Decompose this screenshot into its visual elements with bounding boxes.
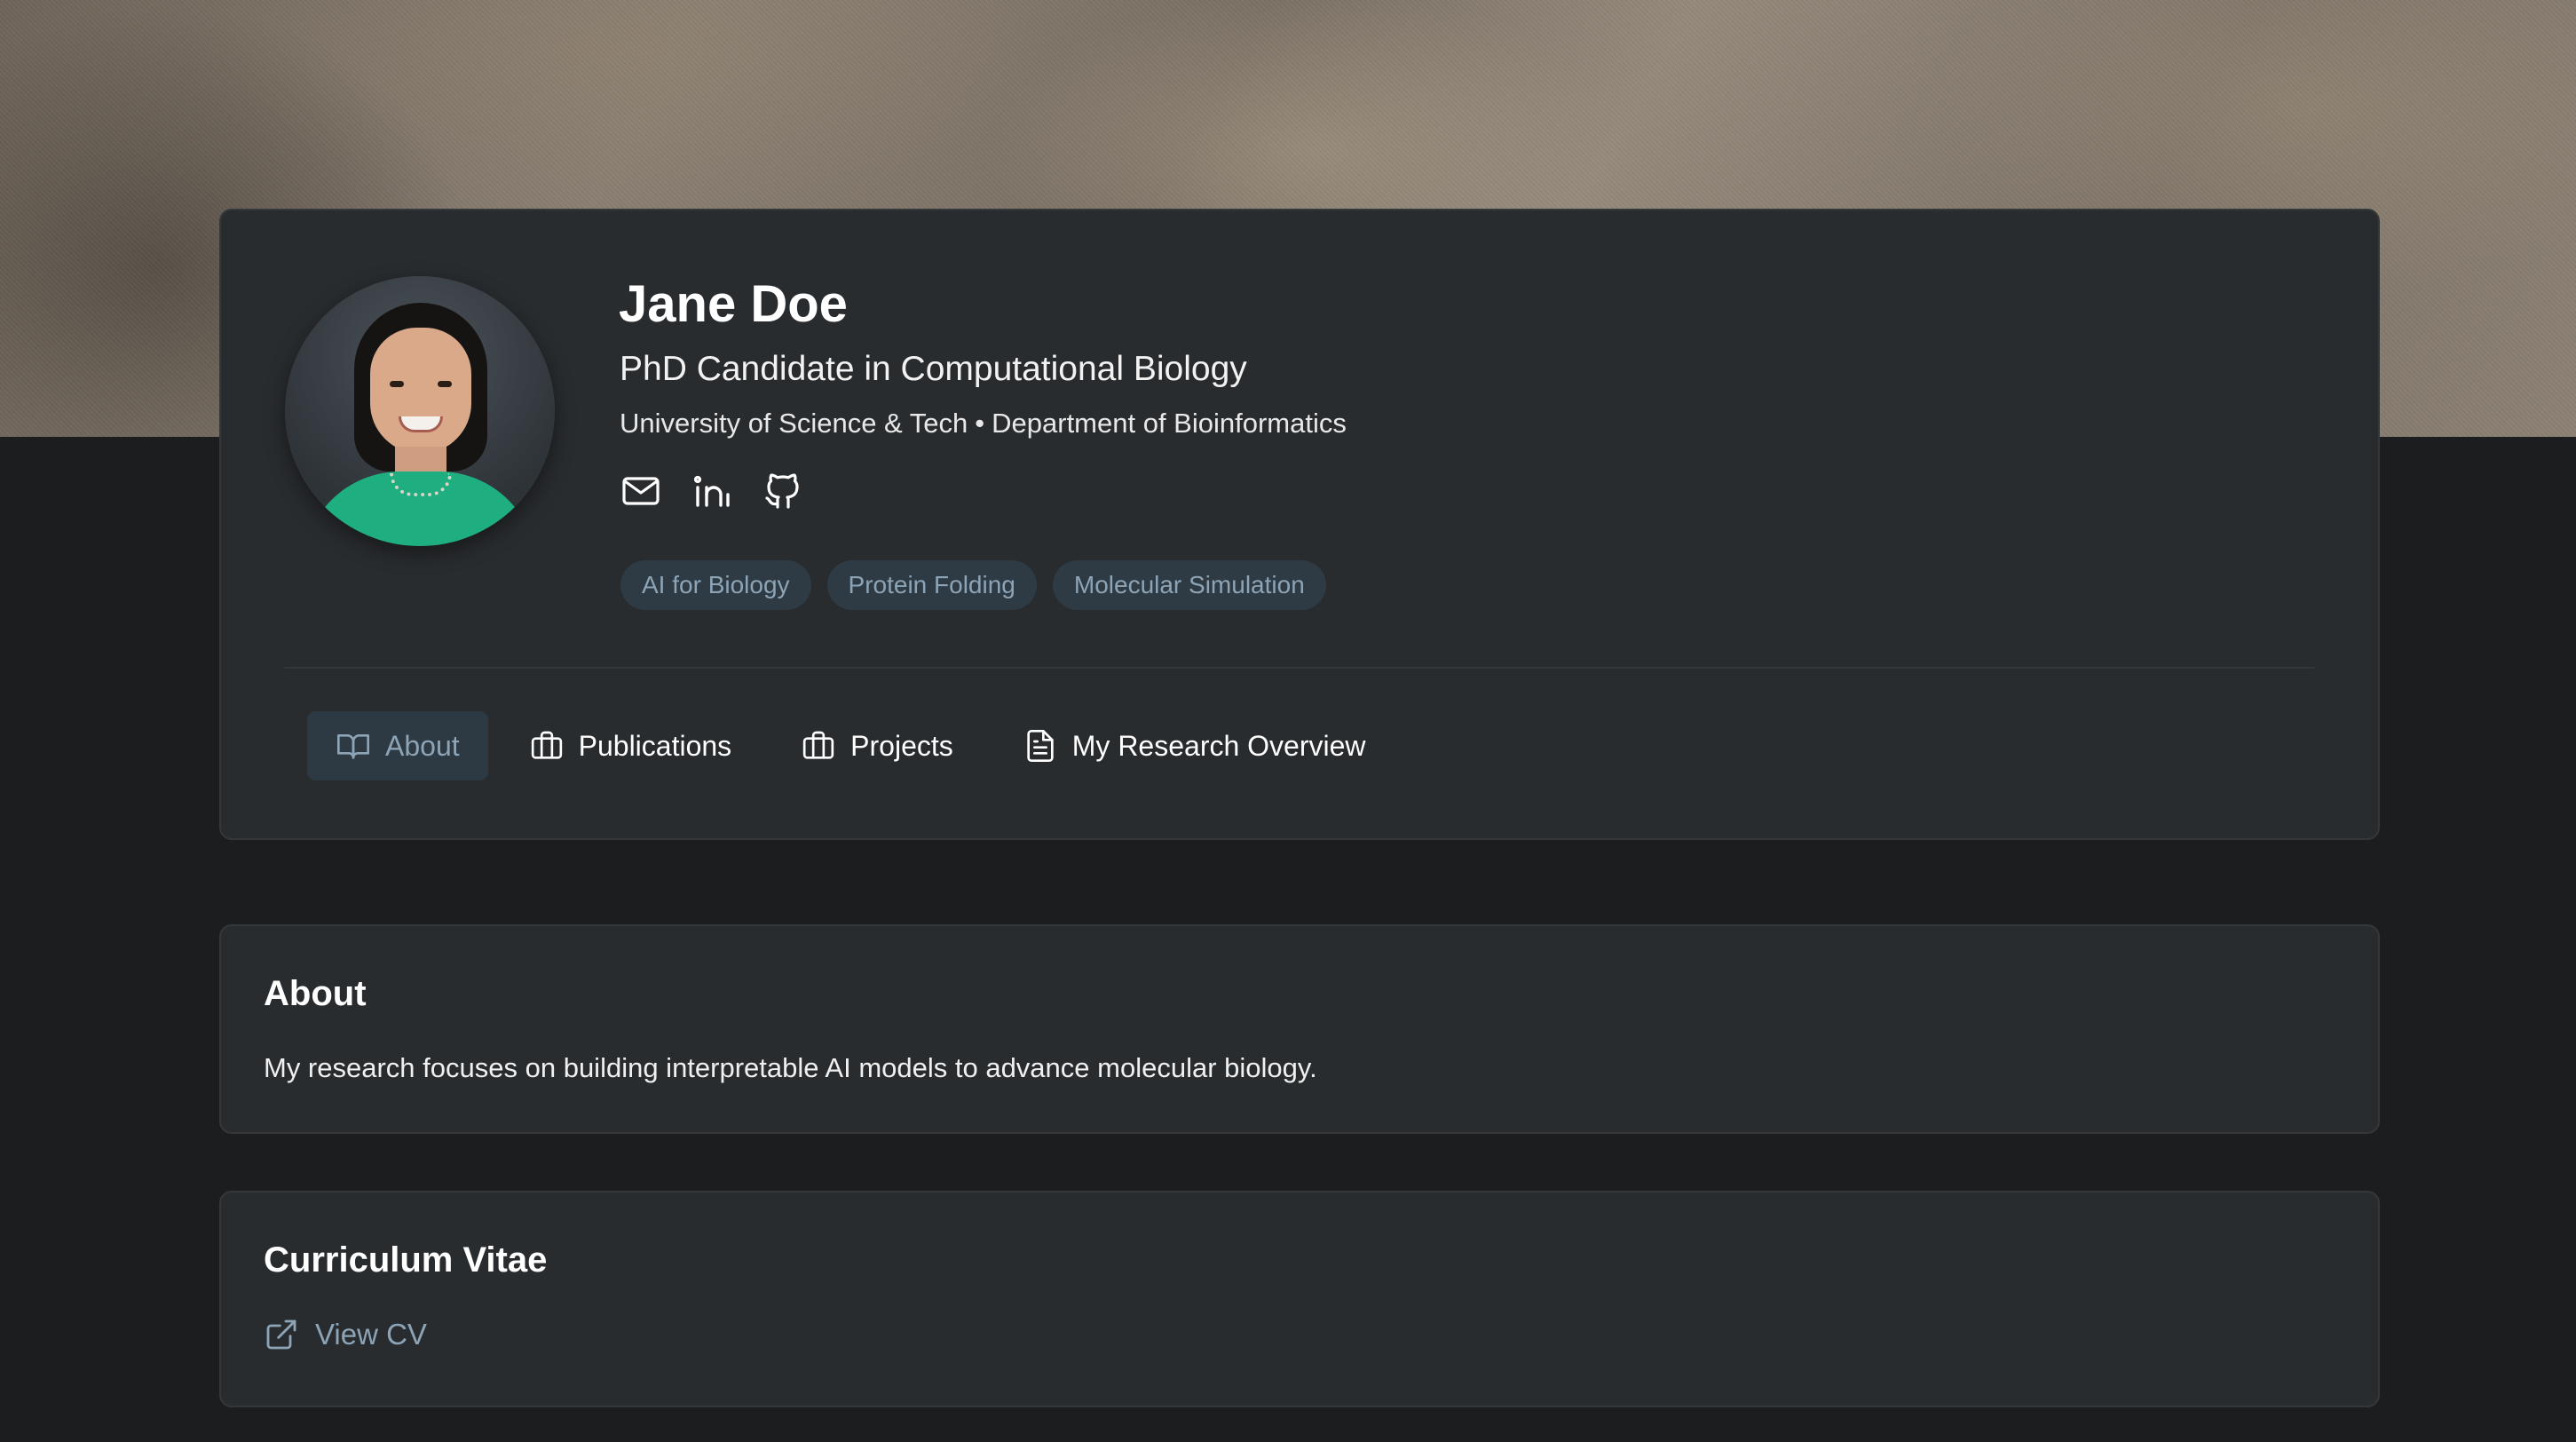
- about-section: About My research focuses on building in…: [219, 924, 2380, 1134]
- social-links: [618, 468, 806, 514]
- briefcase-icon: [803, 731, 834, 759]
- tab-about-label: About: [385, 729, 460, 762]
- tab-my-research-overview[interactable]: My Research Overview: [994, 711, 1395, 780]
- avatar: [285, 276, 555, 546]
- university-label: University of Science & Tech: [620, 408, 968, 439]
- document-icon: [1027, 730, 1054, 762]
- tag-protein-folding: Protein Folding: [826, 560, 1037, 610]
- affiliation-separator: •: [975, 408, 985, 439]
- profile-name: Jane Doe: [619, 275, 848, 333]
- tab-projects[interactable]: Projects: [772, 711, 982, 780]
- tab-publications[interactable]: Publications: [501, 711, 761, 780]
- tag-molecular-simulation: Molecular Simulation: [1052, 560, 1326, 610]
- briefcase-icon: [531, 731, 562, 759]
- tab-my-research-overview-label: My Research Overview: [1071, 729, 1366, 762]
- header-divider: [285, 667, 2314, 669]
- external-link-icon: [266, 1319, 296, 1350]
- profile-header-card: Jane Doe PhD Candidate in Computational …: [219, 209, 2380, 840]
- book-open-icon: [337, 734, 369, 759]
- tag-ai-for-biology: AI for Biology: [620, 560, 811, 610]
- tab-projects-label: Projects: [850, 729, 953, 762]
- profile-tabs: About Publications Projects My Research …: [307, 711, 1395, 780]
- view-cv-label: View CV: [315, 1318, 427, 1351]
- view-cv-link[interactable]: View CV: [264, 1317, 427, 1352]
- linkedin-icon[interactable]: [689, 468, 735, 514]
- about-text: My research focuses on building interpre…: [264, 1052, 1317, 1083]
- cv-section: Curriculum Vitae View CV: [219, 1191, 2380, 1407]
- research-tags: AI for Biology Protein Folding Molecular…: [620, 560, 1326, 610]
- department-label: Department of Bioinformatics: [992, 408, 1347, 439]
- profile-title: PhD Candidate in Computational Biology: [620, 350, 1247, 388]
- profile-affiliation: University of Science & Tech • Department …: [620, 408, 1347, 440]
- about-heading: About: [264, 974, 367, 1013]
- cv-heading: Curriculum Vitae: [264, 1240, 548, 1280]
- tab-publications-label: Publications: [578, 729, 732, 762]
- mail-icon[interactable]: [618, 468, 664, 514]
- github-icon[interactable]: [760, 468, 806, 514]
- tab-about[interactable]: About: [307, 711, 488, 780]
